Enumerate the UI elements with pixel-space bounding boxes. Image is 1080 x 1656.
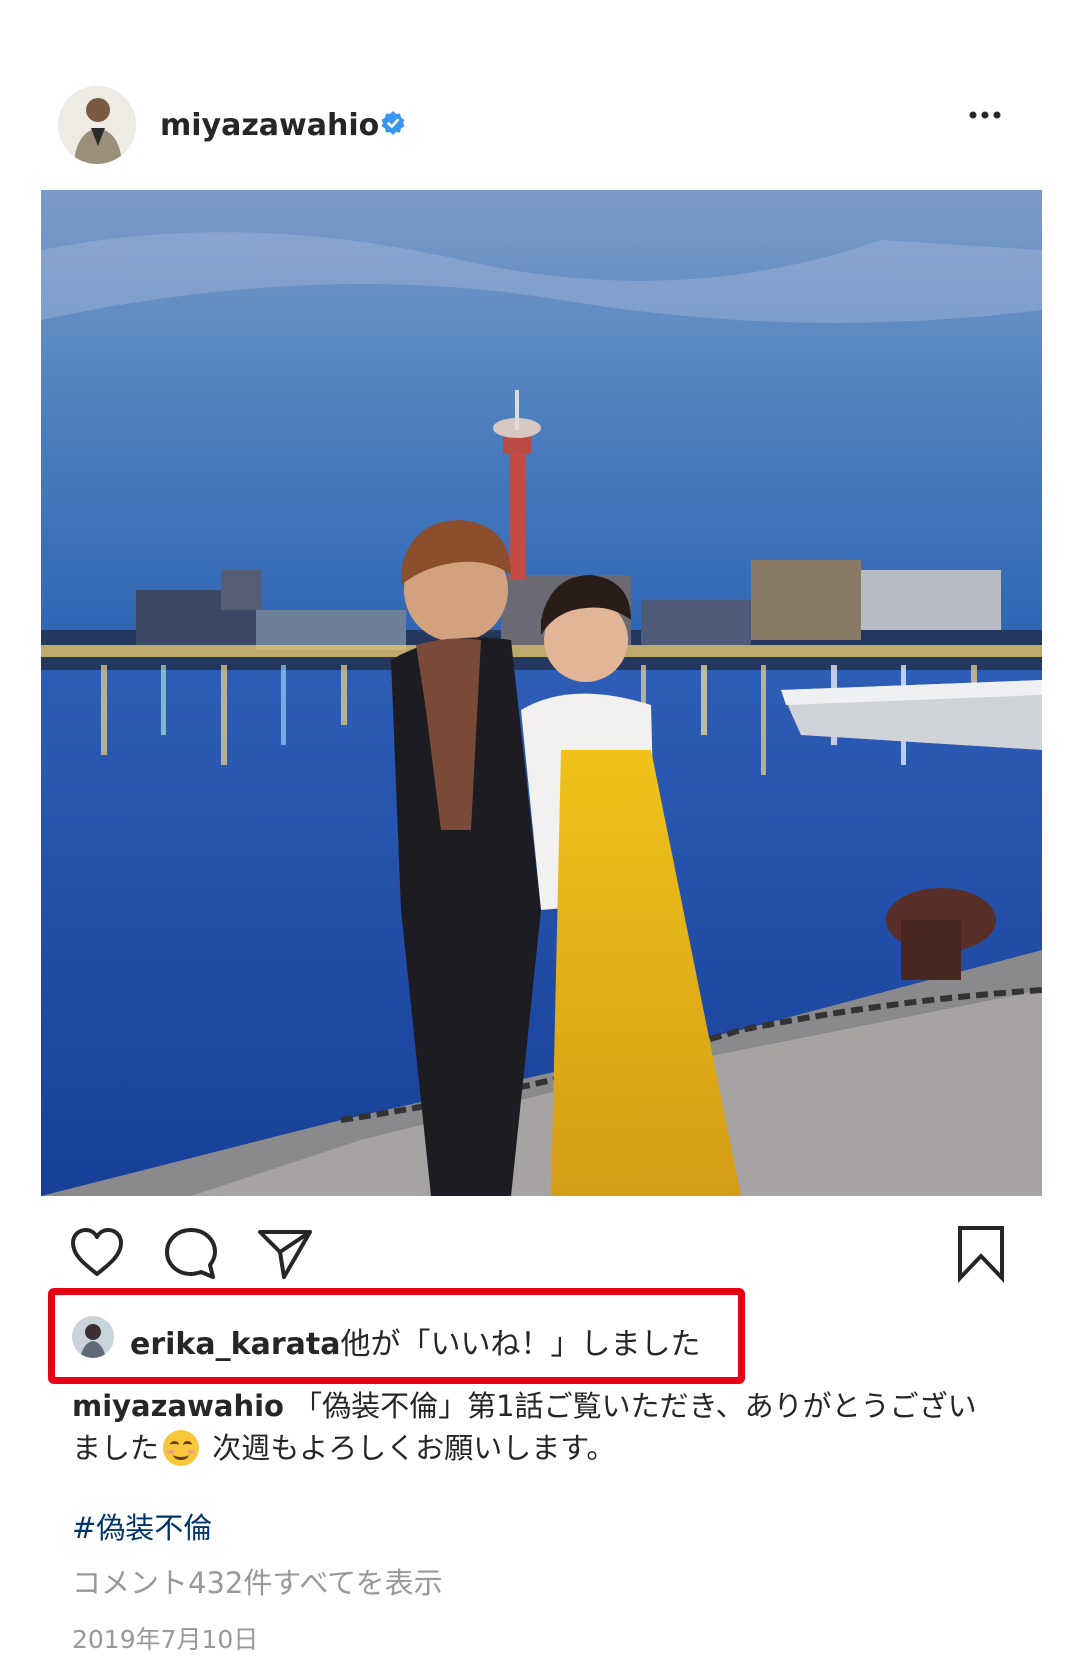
bookmark-icon[interactable]: [950, 1222, 1012, 1284]
verified-badge-icon: [381, 111, 405, 135]
caption-text-part2: 次週もよろしくお願いします。: [212, 1431, 616, 1465]
post-date: 2019年7月10日: [72, 1625, 259, 1654]
author-avatar[interactable]: [58, 86, 136, 164]
comment-bubble-icon[interactable]: [160, 1222, 222, 1284]
author-username[interactable]: miyazawahio: [160, 108, 379, 143]
hashtag-link[interactable]: #偽装不倫: [72, 1505, 212, 1547]
caption-username[interactable]: miyazawahio: [72, 1389, 284, 1423]
post-header: miyazawahio: [0, 80, 1080, 172]
more-options-icon[interactable]: [965, 100, 1005, 130]
liker-username[interactable]: erika_karata: [130, 1327, 340, 1362]
post-caption: miyazawahio 「偽装不倫」第1話ご覧いただき、ありがとうございました …: [72, 1385, 1002, 1469]
heart-icon[interactable]: [66, 1222, 128, 1284]
view-all-comments-link[interactable]: コメント432件すべてを表示: [72, 1560, 443, 1602]
paper-plane-icon[interactable]: [254, 1222, 316, 1284]
smiling-face-emoji-icon: [163, 1430, 200, 1466]
likes-suffix: 他が「いいね！」しました: [340, 1327, 701, 1362]
post-action-bar: [0, 1222, 1080, 1292]
post-photo[interactable]: [41, 190, 1042, 1196]
liker-avatar[interactable]: [72, 1316, 114, 1358]
